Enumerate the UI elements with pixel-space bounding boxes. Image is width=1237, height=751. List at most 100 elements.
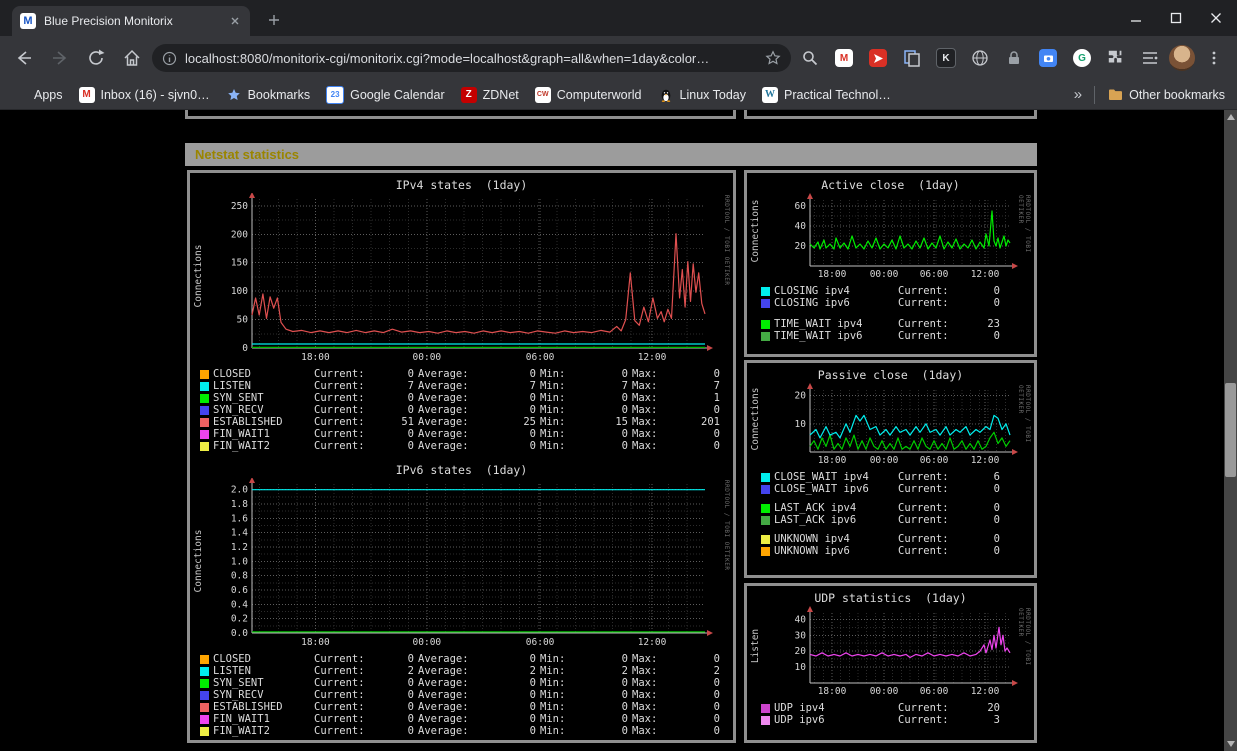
legend-max-value: 0 xyxy=(713,713,720,725)
svg-text:30: 30 xyxy=(795,630,807,641)
ipv4-states-graph: IPv4 states (1day) Connections 18:00 00:0… xyxy=(190,173,733,364)
active-close-chart[interactable]: 18:00 00:00 06:00 12:00 20 40 60 xyxy=(755,193,1027,281)
ipv4-states-chart[interactable]: 18:00 00:00 06:00 12:00 0 50 100 150 200 250 xyxy=(198,193,726,364)
svg-text:00:00: 00:00 xyxy=(870,455,899,466)
udp-statistics-panel: UDP statistics (1day) Listen 18:00 00:00 0… xyxy=(744,583,1037,743)
copy-pages-extension-icon[interactable] xyxy=(897,43,927,73)
gmail-extension-icon[interactable]: M xyxy=(829,43,859,73)
new-tab-button[interactable] xyxy=(262,8,286,32)
lock-extension-icon[interactable] xyxy=(999,43,1029,73)
svg-text:10: 10 xyxy=(795,419,807,430)
previous-section-graph-frame xyxy=(185,110,736,119)
legend-min-value: 0 xyxy=(621,689,628,701)
bookmark-apps[interactable]: Apps xyxy=(12,87,63,103)
svg-text:1.2: 1.2 xyxy=(231,542,248,553)
minimize-button[interactable] xyxy=(1121,4,1151,32)
reload-button[interactable] xyxy=(80,42,112,74)
svg-text:12:00: 12:00 xyxy=(638,352,667,363)
legend-row: FIN_WAIT2 Current: 0 Average: 0 Min: 0 M… xyxy=(200,440,733,452)
maximize-button[interactable] xyxy=(1161,4,1191,32)
share-extension-icon[interactable] xyxy=(863,43,893,73)
scrollbar-up-arrow[interactable] xyxy=(1224,110,1237,124)
legend-current-value: 0 xyxy=(993,514,1000,526)
tab-close-icon[interactable] xyxy=(228,14,242,28)
active-close-panel: Active close (1day) Connections 18:00 00:… xyxy=(744,170,1037,357)
legend-current-value: 0 xyxy=(993,297,1000,309)
legend-row: SYN_SENT Current: 0 Average: 0 Min: 0 Ma… xyxy=(200,392,733,404)
forward-button[interactable] xyxy=(44,42,76,74)
legend-current-value: 0 xyxy=(407,392,414,404)
legend-label: FIN_WAIT1 xyxy=(213,428,270,440)
url-text[interactable]: localhost:8080/monitorix-cgi/monitorix.c… xyxy=(185,51,757,66)
legend-current-value: 0 xyxy=(407,440,414,452)
page-scrollbar[interactable] xyxy=(1224,110,1237,751)
bookmark-linux-today[interactable]: Linux Today xyxy=(658,87,746,103)
legend-label: UNKNOWN ipv4 xyxy=(774,533,850,545)
close-window-button[interactable] xyxy=(1201,4,1231,32)
bookmarks-overflow-chevron[interactable]: » xyxy=(1074,86,1082,103)
globe-extension-icon[interactable] xyxy=(965,43,995,73)
profile-avatar[interactable] xyxy=(1169,45,1195,71)
legend-label: TIME_WAIT ipv4 xyxy=(774,318,863,330)
legend-min-value: 0 xyxy=(621,428,628,440)
chart-title: UDP statistics (1day) xyxy=(814,591,967,605)
legend-swatch xyxy=(761,484,770,494)
screenshot-extension-icon[interactable] xyxy=(1033,43,1063,73)
legend-max-value: 0 xyxy=(713,701,720,713)
ipv6-states-chart[interactable]: 18:00 00:00 06:00 12:00 0.0 0.2 0.4 0.6 0.8 1.0 1.… xyxy=(198,478,726,649)
puzzle-extensions-icon[interactable] xyxy=(1101,43,1131,73)
home-button[interactable] xyxy=(116,42,148,74)
penguin-icon xyxy=(658,87,674,103)
bookmark-practical-technology[interactable]: W Practical Technol… xyxy=(762,86,891,103)
legend-swatch xyxy=(761,546,770,556)
scrollbar-down-arrow[interactable] xyxy=(1224,737,1237,751)
legend-row: FIN_WAIT1 Current: 0 Average: 0 Min: 0 M… xyxy=(200,428,733,440)
passive-close-chart[interactable]: 18:00 00:00 06:00 12:00 10 20 xyxy=(755,383,1027,467)
bookmark-google-calendar[interactable]: 23 Google Calendar xyxy=(326,85,445,104)
legend-current-value: 23 xyxy=(987,318,1000,330)
legend-max-value: 0 xyxy=(713,653,720,665)
svg-text:12:00: 12:00 xyxy=(638,637,667,648)
legend-swatch xyxy=(200,417,209,427)
svg-text:1.6: 1.6 xyxy=(231,513,248,524)
calendar-icon: 23 xyxy=(326,85,345,104)
legend-min-value: 0 xyxy=(621,653,628,665)
udp-statistics-chart[interactable]: 18:00 00:00 06:00 12:00 10 20 30 40 xyxy=(755,606,1027,698)
legend-label: CLOSED xyxy=(213,653,251,665)
bookmark-star-icon[interactable] xyxy=(765,50,781,66)
legend-max-value: 0 xyxy=(713,368,720,380)
playlist-extension-icon[interactable] xyxy=(1135,43,1165,73)
svg-text:18:00: 18:00 xyxy=(818,269,847,280)
legend-min-value: 0 xyxy=(621,368,628,380)
grammarly-extension-icon[interactable]: G xyxy=(1067,43,1097,73)
legend-row: FIN_WAIT2 Current: 0 Average: 0 Min: 0 M… xyxy=(200,725,733,737)
legend-average-value: 0 xyxy=(529,428,536,440)
browser-tab[interactable]: M Blue Precision Monitorix xyxy=(12,6,250,36)
legend-swatch xyxy=(761,298,770,308)
legend-current-value: 0 xyxy=(993,533,1000,545)
bookmark-computerworld[interactable]: CW Computerworld xyxy=(534,86,642,103)
search-extension-icon[interactable] xyxy=(795,43,825,73)
legend-label: CLOSING ipv6 xyxy=(774,297,850,309)
bookmark-zdnet[interactable]: Z ZDNet xyxy=(460,86,519,103)
scrollbar-thumb[interactable] xyxy=(1225,383,1236,477)
kebab-menu-icon[interactable] xyxy=(1199,43,1229,73)
legend-max-value: 1 xyxy=(713,392,720,404)
svg-text:1.8: 1.8 xyxy=(231,499,248,510)
legend-current-value: 0 xyxy=(993,285,1000,297)
legend-swatch xyxy=(200,702,209,712)
legend-label: CLOSED xyxy=(213,368,251,380)
bookmark-label: Other bookmarks xyxy=(1129,87,1225,102)
back-button[interactable] xyxy=(8,42,40,74)
bookmark-inbox[interactable]: M Inbox (16) - sjvn0… xyxy=(78,86,210,103)
url-bar[interactable]: localhost:8080/monitorix-cgi/monitorix.c… xyxy=(152,44,791,72)
legend-swatch xyxy=(761,503,770,513)
previous-section-graph-frame xyxy=(744,110,1037,119)
svg-text:06:00: 06:00 xyxy=(920,269,949,280)
svg-text:2.0: 2.0 xyxy=(231,485,248,496)
legend-min-value: 15 xyxy=(615,416,628,428)
page-info-icon[interactable] xyxy=(162,51,177,66)
bookmark-bookmarks[interactable]: Bookmarks xyxy=(226,87,310,103)
other-bookmarks-button[interactable]: Other bookmarks xyxy=(1107,87,1225,103)
keep-extension-icon[interactable]: K xyxy=(931,43,961,73)
